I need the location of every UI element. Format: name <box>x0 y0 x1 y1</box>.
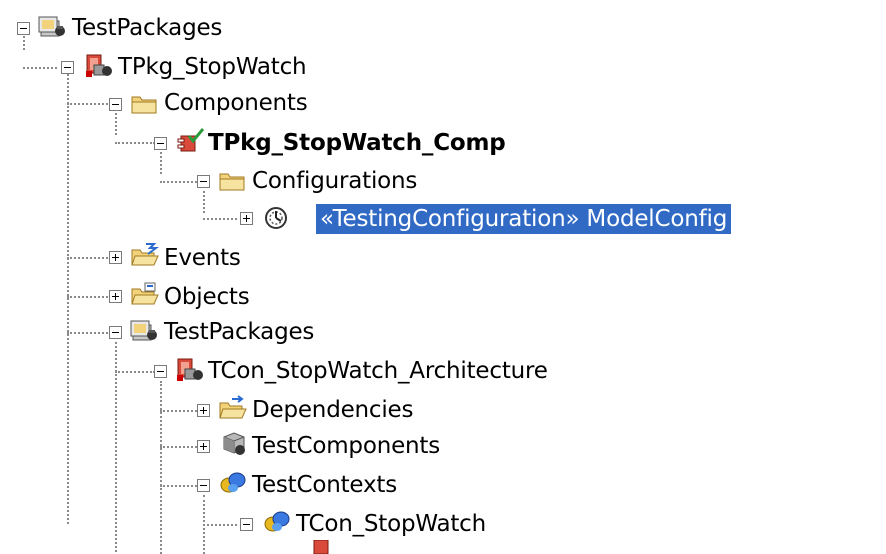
expand-toggle-icon[interactable] <box>197 404 210 417</box>
collapse-toggle-icon[interactable] <box>109 326 122 339</box>
tree-node-label: TPkg_StopWatch <box>118 54 307 80</box>
tree-node-events[interactable]: Events <box>0 240 300 276</box>
model-browser-tree: TestPackages TPkg_StopWatch Components T… <box>0 0 886 554</box>
collapse-toggle-icon[interactable] <box>197 479 210 492</box>
tree-node-test-contexts[interactable]: TestContexts <box>0 467 500 503</box>
collapse-toggle-icon[interactable] <box>240 518 253 531</box>
tree-node-objects[interactable]: Objects <box>0 279 300 315</box>
tree-node-partial <box>0 540 400 554</box>
tree-node-label: TCon_StopWatch <box>296 511 487 537</box>
collapse-toggle-icon[interactable] <box>109 98 122 111</box>
folder-icon <box>130 91 160 117</box>
expand-toggle-icon[interactable] <box>109 290 122 303</box>
events-folder-icon <box>130 242 160 268</box>
collapse-toggle-icon[interactable] <box>154 365 167 378</box>
tree-node-label: Configurations <box>252 168 418 194</box>
expand-toggle-icon[interactable] <box>109 251 122 264</box>
tree-node-label: TestPackages <box>72 15 223 41</box>
test-packages-icon <box>130 318 160 344</box>
expand-toggle-icon[interactable] <box>197 440 210 453</box>
test-packages-icon <box>38 14 68 40</box>
collapse-toggle-icon[interactable] <box>197 175 210 188</box>
folder-icon <box>218 168 248 194</box>
configuration-icon <box>262 205 292 231</box>
tree-node-label: Components <box>164 90 308 116</box>
test-components-icon <box>218 431 248 457</box>
tree-node-label: TCon_StopWatch_Architecture <box>208 358 548 384</box>
tree-node-label: Dependencies <box>252 397 414 423</box>
tree-node-label: TestComponents <box>252 433 441 459</box>
expand-toggle-icon[interactable] <box>240 212 253 225</box>
tree-node-test-components[interactable]: TestComponents <box>0 428 500 464</box>
test-context-icon <box>262 509 292 535</box>
test-contexts-icon <box>218 470 248 496</box>
tree-node-label: TestPackages <box>164 319 315 345</box>
tree-node-dependencies[interactable]: Dependencies <box>0 392 500 428</box>
tree-node-test-packages-nested[interactable]: TestPackages <box>0 314 314 350</box>
objects-folder-icon <box>130 281 160 307</box>
test-package-icon <box>84 53 114 79</box>
collapse-toggle-icon[interactable] <box>154 137 167 150</box>
tree-node-tpkg-stopwatch-comp[interactable]: TPkg_StopWatch_Comp <box>0 125 600 161</box>
tree-node-components[interactable]: Components <box>0 86 400 122</box>
dependencies-folder-icon <box>218 395 248 421</box>
tree-node-configurations[interactable]: Configurations <box>0 164 500 200</box>
tree-node-label: Objects <box>164 284 250 310</box>
tree-node-label: «TestingConfiguration» ModelConfig <box>316 204 732 234</box>
tree-node-tpkg-stopwatch[interactable]: TPkg_StopWatch <box>0 49 400 85</box>
tree-node-tcon-stopwatch[interactable]: TCon_StopWatch <box>0 506 600 542</box>
tree-node-model-config[interactable]: «TestingConfiguration» ModelConfig <box>0 201 886 237</box>
tree-node-label: TestContexts <box>252 472 397 498</box>
collapse-toggle-icon[interactable] <box>61 61 74 74</box>
collapse-toggle-icon[interactable] <box>17 22 30 35</box>
test-package-icon <box>175 357 205 383</box>
partial-node-icon <box>306 540 336 554</box>
tree-node-label: Events <box>164 245 241 271</box>
tree-node-label: TPkg_StopWatch_Comp <box>208 130 506 156</box>
component-check-icon <box>175 128 205 154</box>
tree-node-test-packages[interactable]: TestPackages <box>0 10 300 46</box>
tree-node-tcon-stopwatch-architecture[interactable]: TCon_StopWatch_Architecture <box>0 353 700 389</box>
